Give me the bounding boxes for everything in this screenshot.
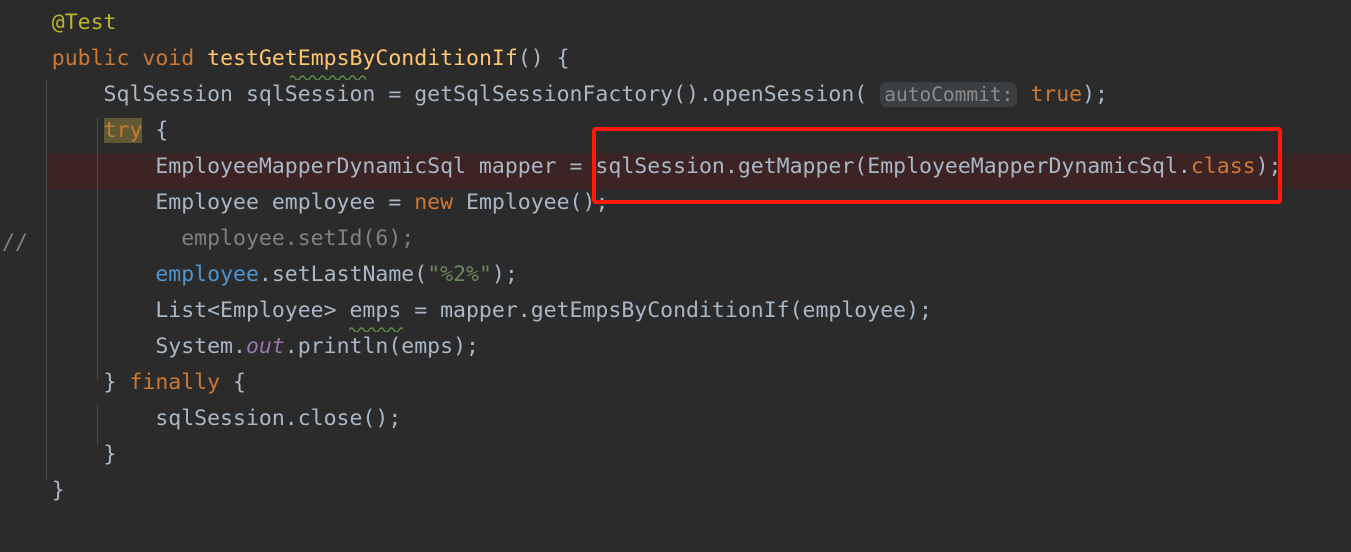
line-finally[interactable]: } finally { — [0, 365, 1351, 401]
code-token: List<Employee> emps = mapper.getEmpsByCo… — [0, 298, 932, 323]
line-println[interactable]: System.out.println(emps); — [0, 329, 1351, 365]
code-token: .println(emps); — [284, 334, 479, 359]
line-method-signature[interactable]: public void testGetEmpsByConditionIf() { — [0, 41, 1351, 77]
code-token: @Test — [51, 10, 117, 35]
code-token: autoCommit: — [880, 82, 1018, 107]
code-token: SqlSession sqlSession = getSqlSessionFac… — [0, 82, 868, 107]
code-token: public — [51, 46, 130, 71]
code-token: class — [1190, 154, 1256, 179]
code-token: ); — [1255, 154, 1282, 179]
code-token: { — [142, 118, 169, 143]
code-token: sqlSession.close(); — [0, 406, 402, 431]
code-token: () { — [517, 46, 570, 71]
line-sqlsession-open[interactable]: SqlSession sqlSession = getSqlSessionFac… — [0, 77, 1351, 113]
code-token: "%2%" — [427, 262, 492, 287]
code-token: testGetEmpsByConditionIf — [207, 46, 518, 71]
code-token: employee — [155, 262, 259, 287]
line-close[interactable]: sqlSession.close(); — [0, 401, 1351, 437]
code-token: void — [142, 46, 195, 71]
code-token: } — [0, 370, 130, 395]
line-set-id-commented[interactable]: employee.setId(6); — [0, 221, 1351, 257]
code-token: } — [0, 478, 65, 503]
code-token: EmployeeMapperDynamicSql mapper = sqlSes… — [0, 154, 1191, 179]
line-set-lastname[interactable]: employee.setLastName("%2%"); — [0, 257, 1351, 293]
code-token: try — [103, 118, 143, 143]
code-token: ); — [491, 262, 518, 287]
weak-warning-underline-emps-variable — [349, 326, 403, 332]
line-close-method-brace[interactable]: } — [0, 473, 1351, 509]
line-new-employee[interactable]: Employee employee = new Employee(); — [0, 185, 1351, 221]
code-token: finally — [129, 370, 221, 395]
line-get-mapper[interactable]: EmployeeMapperDynamicSql mapper = sqlSes… — [0, 149, 1351, 185]
code-token: ); — [1082, 82, 1108, 107]
code-token: employee.setId(6); — [0, 226, 415, 251]
code-token: Employee employee = — [0, 190, 415, 215]
code-token: { — [220, 370, 246, 395]
weak-warning-underline-method-name — [290, 74, 366, 80]
code-token: } — [0, 442, 117, 467]
code-token: Employee(); — [453, 190, 609, 215]
code-token: out — [245, 334, 285, 359]
line-try[interactable]: try { — [0, 113, 1351, 149]
code-token: System. — [0, 334, 246, 359]
line-close-try-brace[interactable]: } — [0, 437, 1351, 473]
line-get-emps[interactable]: List<Employee> emps = mapper.getEmpsByCo… — [0, 293, 1351, 329]
line-test-annotation[interactable]: @Test — [0, 5, 1351, 41]
code-token: .setLastName( — [258, 262, 428, 287]
code-token: true — [1030, 82, 1083, 107]
code-editor-viewport[interactable]: // @Test public void testGetEmpsByCondit… — [0, 0, 1351, 552]
code-token: new — [414, 190, 454, 215]
